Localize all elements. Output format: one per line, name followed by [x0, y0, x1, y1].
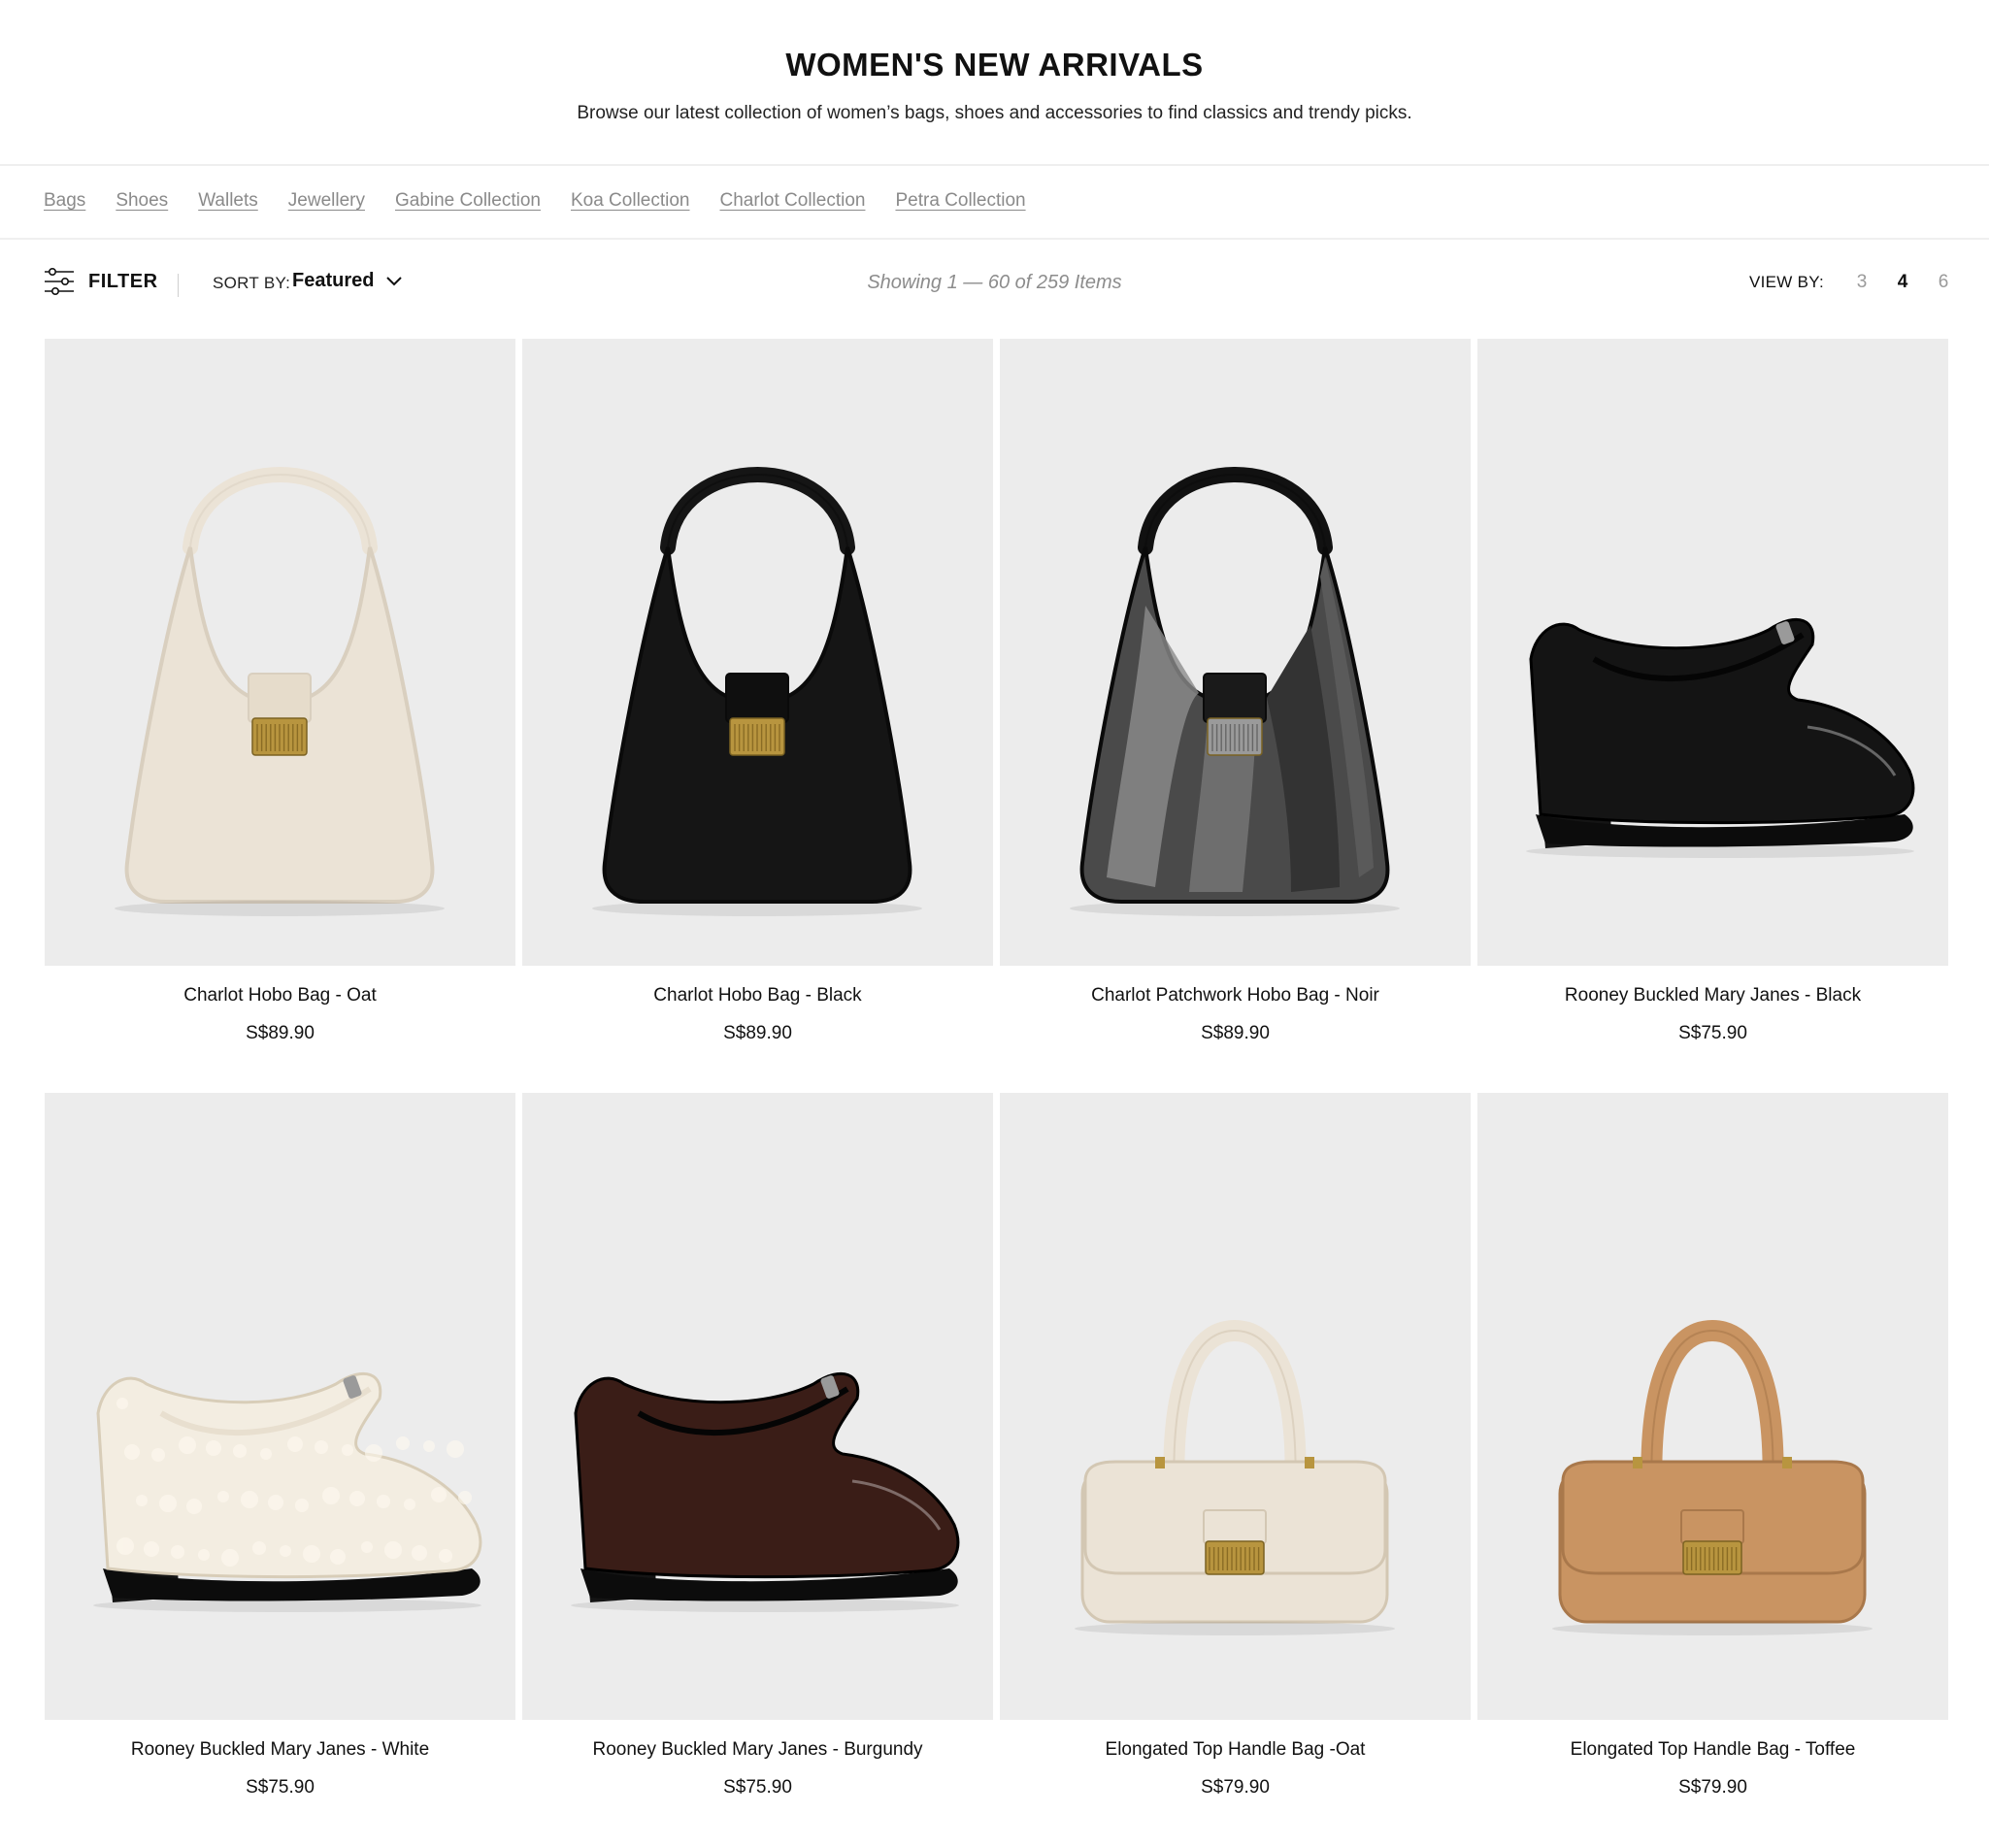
category-link-shoes[interactable]: Shoes [116, 190, 168, 217]
view-option-4[interactable]: 4 [1882, 272, 1923, 293]
product-name[interactable]: Elongated Top Handle Bag -Oat [1000, 1739, 1471, 1761]
product-card[interactable]: Rooney Buckled Mary Janes - Black S$75.9… [1477, 339, 1948, 1093]
product-card[interactable]: Charlot Patchwork Hobo Bag - Noir S$89.9… [1000, 339, 1471, 1093]
listing-toolbar: FILTER SORT BY: Featured Showing 1 — 60 … [0, 264, 1989, 303]
product-image[interactable] [1477, 339, 1948, 966]
product-photo [1075, 1319, 1395, 1635]
product-grid: Charlot Hobo Bag - Oat S$89.90 Charlot H… [45, 339, 1949, 1847]
product-card[interactable]: Charlot Hobo Bag - Black S$89.90 [522, 339, 993, 1093]
category-link-charlot-collection[interactable]: Charlot Collection [720, 190, 866, 217]
product-name[interactable]: Elongated Top Handle Bag - Toffee [1477, 1739, 1948, 1761]
category-link-koa-collection[interactable]: Koa Collection [571, 190, 690, 217]
product-photo [592, 467, 922, 916]
product-name[interactable]: Charlot Hobo Bag - Black [522, 985, 993, 1006]
product-image[interactable] [1000, 339, 1471, 966]
view-by-control: VIEW BY: 3 4 6 [1749, 272, 1964, 293]
category-link-petra-collection[interactable]: Petra Collection [895, 190, 1025, 217]
page-title: WOMEN'S NEW ARRIVALS [785, 47, 1204, 82]
page-header: WOMEN'S NEW ARRIVALS Browse our latest c… [0, 0, 1989, 165]
product-price: S$75.90 [1678, 1023, 1747, 1043]
product-card[interactable]: Rooney Buckled Mary Janes - Burgundy S$7… [522, 1093, 993, 1847]
product-price: S$89.90 [723, 1023, 792, 1043]
product-photo [115, 467, 445, 916]
product-price: S$79.90 [1201, 1777, 1270, 1798]
product-price: S$79.90 [1678, 1777, 1747, 1798]
view-by-label: VIEW BY: [1748, 273, 1824, 291]
page-subtitle: Browse our latest collection of women’s … [577, 103, 1412, 123]
product-name[interactable]: Charlot Patchwork Hobo Bag - Noir [1000, 985, 1471, 1006]
product-card[interactable]: Elongated Top Handle Bag -Oat S$79.90 [1000, 1093, 1471, 1847]
product-price: S$75.90 [723, 1777, 792, 1798]
view-option-6[interactable]: 6 [1923, 272, 1964, 293]
results-count: Showing 1 — 60 of 259 Items [867, 272, 1122, 293]
product-photo [1070, 467, 1400, 916]
product-name[interactable]: Rooney Buckled Mary Janes - Black [1477, 985, 1948, 1006]
product-image[interactable] [1477, 1093, 1948, 1720]
nav-divider [0, 238, 1989, 240]
product-photo [1526, 617, 1915, 858]
product-name[interactable]: Charlot Hobo Bag - Oat [45, 985, 515, 1006]
category-link-jewellery[interactable]: Jewellery [288, 190, 365, 217]
product-name[interactable]: Rooney Buckled Mary Janes - Burgundy [522, 1739, 993, 1761]
product-photo [571, 1371, 960, 1612]
product-photo [93, 1371, 482, 1612]
product-card[interactable]: Charlot Hobo Bag - Oat S$89.90 [45, 339, 515, 1093]
product-name[interactable]: Rooney Buckled Mary Janes - White [45, 1739, 515, 1761]
header-divider [0, 164, 1989, 166]
category-link-bags[interactable]: Bags [44, 190, 85, 217]
product-price: S$89.90 [1201, 1023, 1270, 1043]
category-nav: Bags Shoes Wallets Jewellery Gabine Coll… [44, 190, 1026, 217]
product-photo [1552, 1319, 1873, 1635]
product-price: S$75.90 [246, 1777, 315, 1798]
product-card[interactable]: Rooney Buckled Mary Janes - White S$75.9… [45, 1093, 515, 1847]
product-image[interactable] [522, 339, 993, 966]
product-image[interactable] [522, 1093, 993, 1720]
view-option-3[interactable]: 3 [1841, 272, 1882, 293]
product-image[interactable] [45, 339, 515, 966]
category-link-gabine-collection[interactable]: Gabine Collection [395, 190, 541, 217]
product-price: S$89.90 [246, 1023, 315, 1043]
product-image[interactable] [1000, 1093, 1471, 1720]
product-image[interactable] [45, 1093, 515, 1720]
category-link-wallets[interactable]: Wallets [198, 190, 258, 217]
product-card[interactable]: Elongated Top Handle Bag - Toffee S$79.9… [1477, 1093, 1948, 1847]
